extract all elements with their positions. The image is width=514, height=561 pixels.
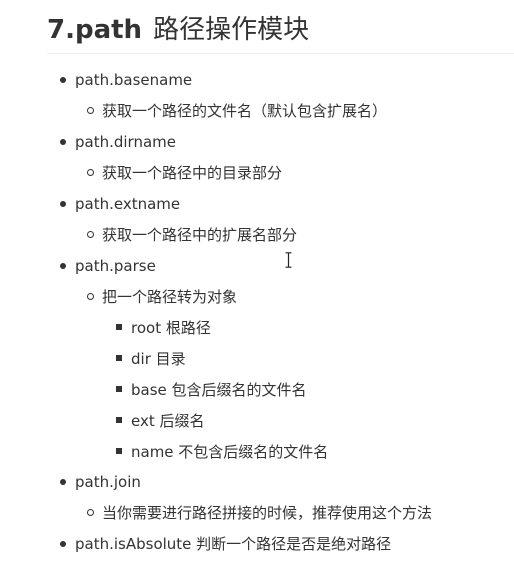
list-item-extname: path.extname bbox=[75, 195, 181, 213]
sub-item-basename-desc: 获取一个路径的文件名（默认包含扩展名） bbox=[102, 102, 388, 120]
sub-item-join-desc: 当你需要进行路径拼接的时候，推荐使用这个方法 bbox=[102, 504, 433, 522]
list-item-isabsolute: path.isAbsolute 判断一个路径是否是绝对路径 bbox=[75, 535, 392, 553]
bullet-disc bbox=[60, 139, 66, 145]
bullet-circle bbox=[87, 231, 94, 238]
bullet-square bbox=[116, 448, 122, 454]
list-item-dirname: path.dirname bbox=[75, 133, 177, 151]
bullet-circle bbox=[87, 293, 94, 300]
bullet-disc bbox=[60, 201, 66, 207]
bullet-disc bbox=[60, 263, 66, 269]
parse-field-base: base 包含后缀名的文件名 bbox=[131, 381, 307, 399]
heading-title: 路径操作模块 bbox=[153, 15, 310, 45]
section-heading: 7.path 路径操作模块 bbox=[47, 12, 309, 48]
bullet-circle bbox=[87, 169, 94, 176]
bullet-circle bbox=[87, 107, 94, 114]
bullet-square bbox=[116, 355, 122, 361]
sub-item-parse-desc: 把一个路径转为对象 bbox=[102, 288, 238, 306]
list-item-join: path.join bbox=[75, 473, 141, 491]
bullet-disc bbox=[60, 77, 66, 83]
bullet-square bbox=[116, 417, 122, 423]
bullet-square bbox=[116, 386, 122, 392]
list-item-parse: path.parse bbox=[75, 257, 156, 275]
sub-item-dirname-desc: 获取一个路径中的目录部分 bbox=[102, 164, 283, 182]
parse-field-ext: ext 后缀名 bbox=[131, 412, 205, 430]
bullet-square bbox=[116, 324, 122, 330]
sub-item-extname-desc: 获取一个路径中的扩展名部分 bbox=[102, 226, 298, 244]
bullet-disc bbox=[60, 479, 66, 485]
bullet-disc bbox=[60, 541, 66, 547]
parse-field-name: name 不包含后缀名的文件名 bbox=[131, 443, 329, 461]
list-item-basename: path.basename bbox=[75, 71, 193, 89]
heading-prefix: 7.path bbox=[47, 15, 143, 45]
heading-divider bbox=[47, 53, 514, 54]
text-cursor-icon bbox=[285, 252, 292, 268]
parse-field-root: root 根路径 bbox=[131, 319, 211, 337]
bullet-circle bbox=[87, 509, 94, 516]
parse-field-dir: dir 目录 bbox=[131, 350, 186, 368]
